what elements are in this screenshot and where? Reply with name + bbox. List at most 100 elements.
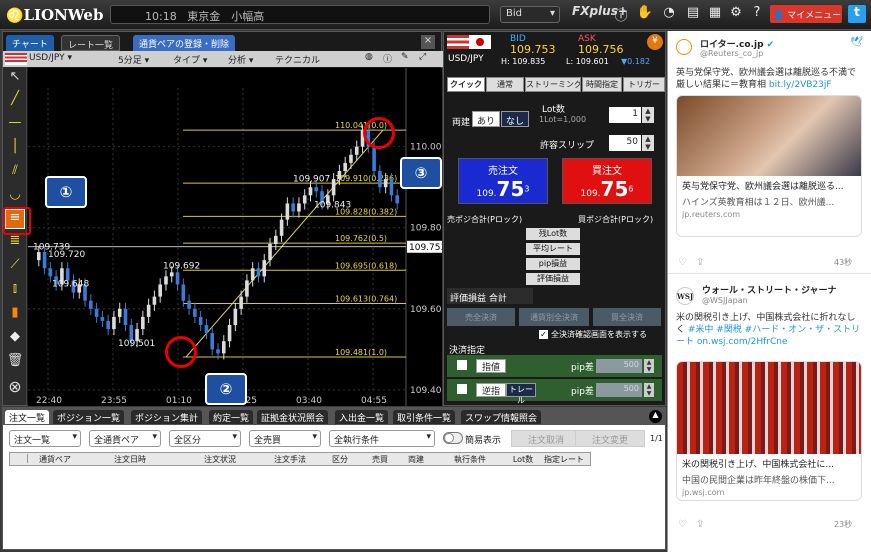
my-menu-button[interactable]: 👤 マイメニュー [770,5,842,23]
col-lot[interactable]: Lot数 [508,454,538,465]
limit-checkbox[interactable] [457,360,467,370]
pair-select[interactable]: USD/JPY ▾ [29,53,72,63]
tab-streaming[interactable]: ストリーミング [525,77,581,92]
tweet1-like-icon[interactable]: ♡ [678,257,687,268]
tweet1-handle[interactable]: @Reuters_co_jp [700,49,763,58]
collapse-icon[interactable]: ▲ [649,410,662,423]
tweet2-time[interactable]: 23秒 [834,519,852,530]
tab-quick[interactable]: クイック [447,77,485,92]
tab-order-list[interactable]: 注文一覧 [5,410,50,424]
col-order-method[interactable]: 注文手法 [260,454,320,465]
tweet2-handle[interactable]: @WSJJapan [702,296,748,305]
tweet2-card[interactable]: 米の関税引き上げ、中国株式会社に... 中国の民間企業は昨年終盤の株価下... … [676,361,862,501]
info-icon[interactable]: ⓘ [612,5,630,24]
confirm-checkbox[interactable]: ✓ [539,330,548,339]
analysis-menu[interactable]: 分析 ▾ [228,53,253,66]
technical-menu[interactable]: テクニカル [275,53,320,66]
execution-condition-select[interactable]: 全執行条件 ▾ [329,430,435,447]
col-hedge[interactable]: 両建 [400,454,432,465]
twitter-bird-icon[interactable]: 🕊 [850,37,863,48]
bid-ask-select[interactable]: Bid ▾ [500,6,560,23]
tweet2-link[interactable]: on.wsj.com/2HfrCne [697,337,788,347]
help-icon[interactable]: ? [748,5,766,23]
tab-position-list[interactable]: ポジション一覧 [53,410,125,424]
pie-chart-icon[interactable]: ◔ [660,5,678,23]
hedge-on-button[interactable]: あり [472,111,500,127]
stop-checkbox[interactable] [457,384,467,394]
pair-settle-all-button[interactable]: 通貨別全決済 [519,308,589,326]
change-order-button[interactable]: 注文変更 [575,430,645,447]
col-buy-sell[interactable]: 売買 [360,454,400,465]
tweet2-share-icon[interactable]: ⇪ [696,519,704,530]
col-order-status[interactable]: 注文状況 [180,454,260,465]
tweet2-like-icon[interactable]: ♡ [678,519,687,530]
simple-view-toggle[interactable] [443,432,463,444]
channel-icon[interactable]: ⫽ [5,163,25,183]
trail-button[interactable]: トレール [506,383,536,405]
lot-input[interactable]: 1 [609,107,641,123]
col-category[interactable]: 区分 [320,454,360,465]
info-small-icon[interactable]: ⓘ [383,52,392,65]
col-order-datetime[interactable]: 注文日時 [80,454,180,465]
tweet1-link[interactable]: bit.ly/2VB23jF [769,80,832,90]
tweet1-card[interactable]: 英与党保守党、欧州議会選は離脱巡る... ハインズ英教育相は１２日、欧州議...… [676,95,862,237]
currency-pair-select[interactable]: 全通貨ペア ▾ [89,430,161,447]
palette-icon[interactable]: ◍ [365,52,373,62]
tab-swap-info[interactable]: スワップ情報照会 [461,410,542,424]
stop-button[interactable]: 逆指 [476,383,506,397]
col-currency-pair[interactable]: 通貨ペア [30,454,80,465]
vertical-line-icon[interactable]: │ [5,139,25,159]
tab-deposit-list[interactable]: 入出金一覧 [335,410,389,424]
sell-settle-all-button[interactable]: 売全決済 [447,308,515,326]
price-range-icon[interactable]: ▮ [5,305,25,325]
tab-trigger[interactable]: トリガー [623,77,665,92]
delete-all-icon[interactable]: ⊗ [5,377,25,397]
tab-time[interactable]: 時間指定 [582,77,622,92]
fibonacci-arc-icon[interactable]: ◡ [5,187,25,207]
hedge-off-button[interactable]: なし [501,111,529,127]
tweet2-author[interactable]: ウォール・ストリート・ジャーナ [702,283,837,296]
close-icon[interactable]: × [421,35,435,49]
select-all-column[interactable] [12,454,28,463]
limit-button[interactable]: 指値 [476,359,506,373]
gann-fan-icon[interactable]: ⟋ [5,257,25,277]
pen-icon[interactable]: ✎ [401,52,409,62]
period-icon[interactable]: ⫾ [5,281,25,301]
chart-type-menu[interactable]: タイプ ▾ [173,53,207,66]
stop-pip-input[interactable]: 500 [596,383,642,397]
wsj-avatar[interactable]: WSJ [676,287,694,305]
trend-line-icon[interactable]: ╱ [5,91,25,111]
tab-position-summary[interactable]: ポジション集計 [131,410,203,424]
col-execution-condition[interactable]: 執行条件 [432,454,508,465]
buy-sell-select[interactable]: 全売買 ▾ [249,430,321,447]
tab-chart[interactable]: チャート [6,35,54,51]
limit-pip-input[interactable]: 500 [596,359,642,373]
slippage-input[interactable]: 50 [609,135,641,151]
slippage-stepper[interactable]: ▲ ▼ [642,135,654,151]
category-select[interactable]: 全区分 ▾ [169,430,241,447]
stop-pip-stepper[interactable]: ▲ ▼ [644,383,654,397]
gear-icon[interactable]: ⚙ [727,5,745,23]
tab-pair-register[interactable]: 通貨ペアの登録・削除 [133,35,236,51]
tab-rate-list[interactable]: レート一覧 [61,35,121,51]
twitter-icon[interactable]: t [848,5,866,23]
eraser-icon[interactable]: ◆ [5,329,25,349]
sell-order-button[interactable]: 売注文 109.753 [458,158,548,204]
cancel-order-button[interactable]: 注文取消 [511,430,581,447]
col-specified-rate[interactable]: 指定レート [538,454,590,465]
tweet1-time[interactable]: 43秒 [834,257,852,268]
buy-settle-all-button[interactable]: 買全決済 [593,308,661,326]
lot-stepper[interactable]: ▲ ▼ [642,107,654,123]
order-type-select[interactable]: 注文一覧 ▾ [9,430,81,447]
tab-margin-status[interactable]: 証拠金状況照会 [257,410,329,424]
fibonacci-fan-icon[interactable]: ≣ [5,233,25,253]
hand-coin-icon[interactable]: ✋ [636,5,654,23]
yen-icon[interactable]: ¥ [647,34,663,50]
horizontal-line-icon[interactable]: — [5,115,25,135]
trash-icon[interactable]: 🗑 [5,353,25,373]
expand-icon[interactable]: ⤢ [419,52,426,62]
tab-trade-conditions[interactable]: 取引条件一覧 [393,410,456,424]
limit-pip-stepper[interactable]: ▲ ▼ [644,359,654,373]
buy-order-button[interactable]: 買注文 109.756 [562,158,652,204]
timeframe-select[interactable]: 5分足 ▾ [118,53,149,66]
